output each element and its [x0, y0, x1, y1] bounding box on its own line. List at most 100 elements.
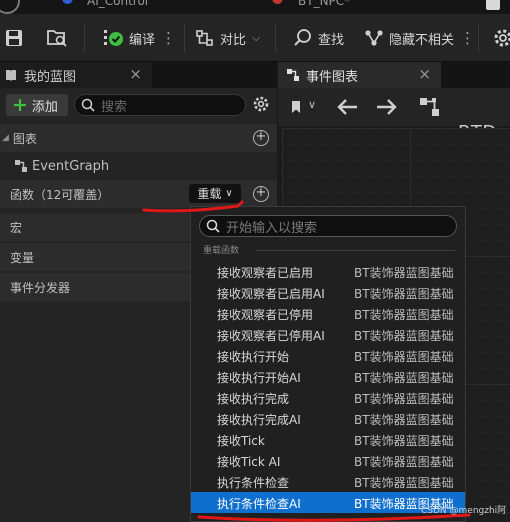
graph-hierarchy-icon: [420, 98, 439, 116]
chevron-down-icon: ∨: [225, 188, 233, 199]
add-button[interactable]: + 添加: [6, 94, 68, 116]
gear-icon: [494, 29, 510, 47]
event-graph-item[interactable]: EventGraph: [0, 152, 277, 180]
menu-item-category: BT装饰器蓝图基础: [354, 455, 454, 469]
watermark: CSDN @mengzhi阿: [421, 506, 507, 516]
toolbar-divider: [184, 24, 185, 52]
functions-header-label: 函数（12可覆盖）: [10, 187, 110, 202]
menu-item[interactable]: 执行条件检查 BT装饰器蓝图基础: [191, 471, 465, 492]
bookmark-dropdown-icon[interactable]: ∨: [308, 98, 316, 111]
add-label: 添加: [31, 99, 58, 115]
my-blueprint-title: 我的蓝图: [24, 69, 77, 85]
close-icon[interactable]: ×: [129, 65, 142, 83]
compile-options-icon[interactable]: ⋮: [161, 29, 176, 47]
menu-item[interactable]: 接收执行完成AI BT装饰器蓝图基础: [191, 408, 465, 429]
event-dispatchers-header-label: 事件分发器: [10, 280, 71, 295]
collapse-caret-icon: ◢: [2, 133, 9, 143]
hide-unrelated-label: 隐藏不相关: [389, 32, 455, 48]
menu-item-category: BT装饰器蓝图基础: [354, 392, 454, 406]
compile-status-icon: [104, 30, 123, 46]
menu-item-name: 接收执行完成: [217, 392, 290, 406]
back-arrow-icon[interactable]: [336, 97, 360, 117]
hide-unrelated-icon: [365, 30, 383, 46]
menu-item-category: BT装饰器蓝图基础: [354, 329, 454, 343]
search-icon: [206, 219, 220, 233]
add-graph-icon[interactable]: +: [253, 130, 269, 146]
menu-section-label: 重载函数: [203, 246, 240, 256]
menu-item[interactable]: 接收执行开始 BT装饰器蓝图基础: [191, 345, 465, 366]
menu-item[interactable]: 接收Tick AI BT装饰器蓝图基础: [191, 450, 465, 471]
restore-window-icon[interactable]: [486, 0, 500, 10]
menu-item-name: 接收观察者已启用: [217, 266, 314, 280]
window-tab-bt-npc[interactable]: BT_NPC*: [298, 0, 350, 8]
menu-item-name: 接收观察者已启用AI: [217, 287, 325, 301]
menu-item-name: 接收执行开始AI: [217, 371, 301, 385]
diff-label: 对比: [220, 32, 247, 48]
menu-item-category: BT装饰器蓝图基础: [354, 413, 454, 427]
tab-strip-background: [441, 62, 510, 88]
tab-strip-background: [152, 62, 277, 88]
search-placeholder: 搜索: [101, 99, 128, 115]
toolbar-divider: [84, 24, 85, 52]
menu-item[interactable]: 接收Tick BT装饰器蓝图基础: [191, 429, 465, 450]
book-icon: [6, 70, 16, 81]
override-dropdown-button[interactable]: 重载 ∨: [189, 184, 241, 203]
window-tab-ai-control[interactable]: AI_Control: [87, 0, 148, 8]
forward-arrow-icon[interactable]: [374, 97, 398, 117]
class-settings-button[interactable]: [492, 14, 510, 62]
find-button[interactable]: 查找: [293, 14, 344, 62]
add-function-icon[interactable]: +: [253, 186, 269, 202]
event-graph-title: 事件图表: [306, 69, 359, 85]
menu-search-placeholder: 开始输入以搜索: [226, 220, 318, 236]
hide-unrelated-button[interactable]: 隐藏不相关 ⋮: [364, 14, 475, 62]
toolbar-divider: [275, 24, 276, 52]
menu-item[interactable]: 接收观察者已停用AI BT装饰器蓝图基础: [191, 324, 465, 345]
menu-item-category: BT装饰器蓝图基础: [354, 350, 454, 364]
my-blueprint-tab[interactable]: 我的蓝图 ×: [0, 62, 152, 88]
section-divider: [255, 250, 455, 251]
event-graph-label: EventGraph: [32, 158, 110, 174]
menu-item-name: 接收观察者已停用AI: [217, 329, 325, 343]
blueprint-asset-icon: [62, 0, 73, 4]
menu-item-category: BT装饰器蓝图基础: [354, 308, 454, 322]
menu-item-name: 接收观察者已停用: [217, 308, 314, 322]
menu-item-name: 接收Tick AI: [217, 455, 281, 469]
find-label: 查找: [318, 32, 345, 48]
functions-section-header[interactable]: 函数（12可覆盖） 重载 ∨ +: [0, 180, 277, 208]
graph-icon: [287, 69, 299, 81]
menu-item[interactable]: 接收观察者已启用AI BT装饰器蓝图基础: [191, 282, 465, 303]
hide-unrelated-options-icon[interactable]: ⋮: [460, 29, 475, 47]
graph-toolbar: ∨ BTDec: [278, 88, 510, 143]
event-graph-tab[interactable]: 事件图表 ×: [278, 62, 441, 88]
chevron-down-icon: ⌵: [252, 31, 261, 44]
menu-item[interactable]: 接收观察者已启用 BT装饰器蓝图基础: [191, 261, 465, 282]
menu-item[interactable]: 接收执行完成 BT装饰器蓝图基础: [191, 387, 465, 408]
compile-button[interactable]: 编译 ⋮: [102, 14, 176, 62]
graphs-section-header[interactable]: ◢ 图表 +: [0, 124, 277, 152]
unreal-logo-icon: [0, 0, 20, 14]
compile-label: 编译: [129, 32, 156, 48]
menu-item-category: BT装饰器蓝图基础: [354, 476, 454, 490]
menu-item-name: 接收执行开始: [217, 350, 290, 364]
window-tab-strip: AI_Control BT_NPC*: [0, 0, 510, 14]
folder-search-icon: [47, 30, 67, 47]
main-toolbar: 编译 ⋮ 对比 ⌵ 查找 隐藏不相关 ⋮: [0, 14, 510, 62]
toolbar-divider: [478, 24, 479, 52]
save-icon: [6, 30, 22, 46]
menu-item[interactable]: 接收观察者已停用 BT装饰器蓝图基础: [191, 303, 465, 324]
bookmark-icon[interactable]: [290, 100, 302, 114]
menu-item[interactable]: 接收执行开始AI BT装饰器蓝图基础: [191, 366, 465, 387]
blueprint-search-input[interactable]: 搜索: [74, 94, 246, 116]
menu-search-input[interactable]: 开始输入以搜索: [199, 215, 457, 237]
settings-gear-icon[interactable]: [252, 95, 270, 117]
diff-button[interactable]: 对比 ⌵: [195, 14, 260, 62]
plus-icon: +: [12, 93, 28, 116]
save-button[interactable]: [4, 14, 24, 62]
close-icon[interactable]: ×: [418, 65, 431, 83]
browse-button[interactable]: [46, 14, 68, 62]
menu-item-category: BT装饰器蓝图基础: [354, 434, 454, 448]
graph-icon: [15, 160, 27, 172]
search-icon: [294, 29, 311, 46]
override-function-menu: 开始输入以搜索 重载函数 接收观察者已启用 BT装饰器蓝图基础 接收观察者已启用A…: [190, 206, 466, 522]
override-label: 重载: [197, 187, 222, 201]
